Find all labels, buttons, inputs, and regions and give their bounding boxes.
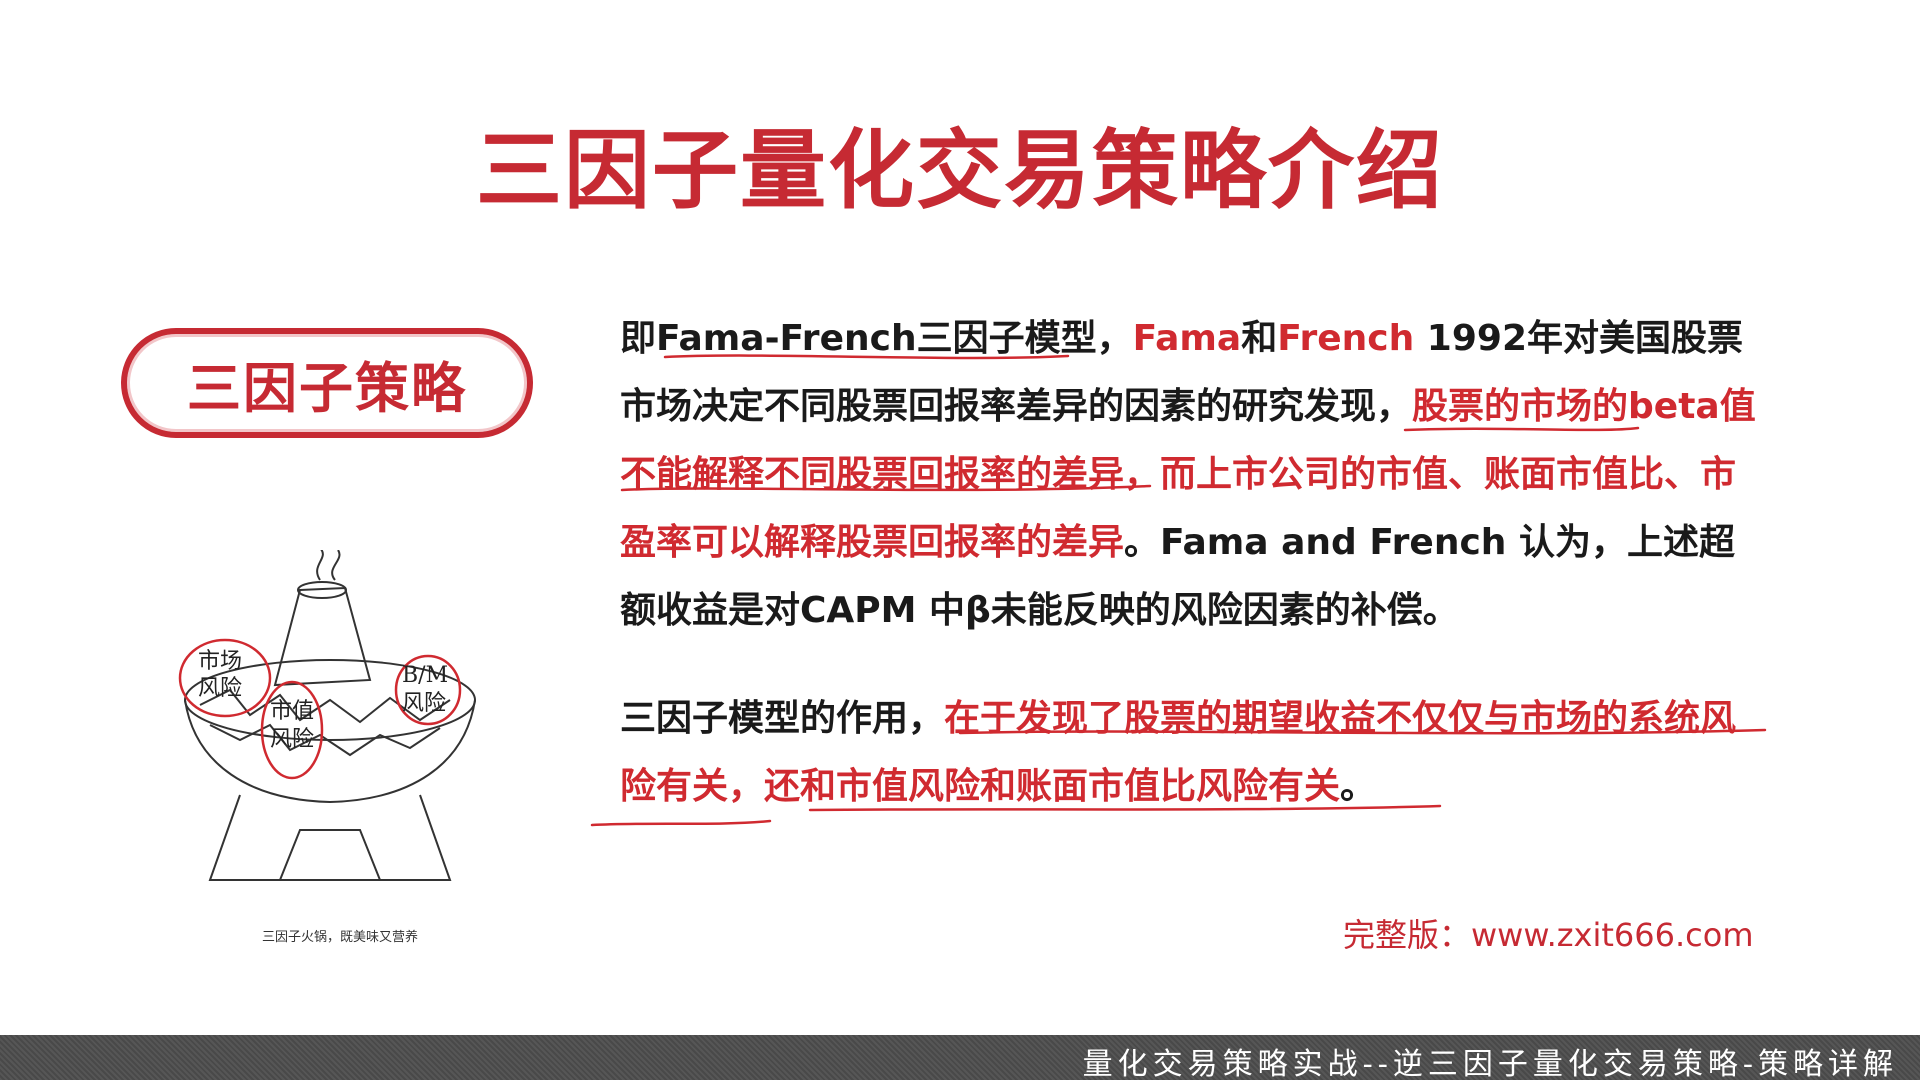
label-size-2: 风险 (270, 727, 314, 752)
paragraph-model-role: 三因子模型的作用，在于发现了股票的期望收益不仅仅与市场的系统风险有关，还和市值风… (620, 685, 1770, 821)
label-market-1: 市场 (198, 649, 242, 674)
paragraph1-segment: 和 (1241, 318, 1278, 359)
footer-link[interactable]: 完整版：www.zxit666.com (1343, 910, 1754, 956)
label-bm-2: 风险 (402, 691, 446, 716)
paragraph2-segment: 。 (1340, 766, 1377, 807)
paragraph1-segment: French (1277, 318, 1415, 359)
label-market-2: 风险 (198, 676, 242, 701)
strategy-badge: 三因子策略 (121, 328, 533, 438)
hotpot-illustration: 市场 风险 市值 风险 B/M 风险 (178, 550, 476, 881)
label-size-1: 市值 (270, 699, 314, 724)
bottom-banner: 量化交易策略实战--逆三因子量化交易策略-策略详解 (0, 1035, 1920, 1082)
bottom-banner-text: 量化交易策略实战--逆三因子量化交易策略-策略详解 (1082, 1047, 1898, 1082)
paragraph2-segment: 三因子模型的作用， (620, 698, 945, 739)
illustration-caption: 三因子火锅，既美味又营养 (261, 930, 418, 945)
label-bm-1: B/M (402, 663, 448, 688)
body-text: 即Fama-French三因子模型，Fama和French 1992年对美国股票… (620, 305, 1770, 821)
badge-label: 三因子策略 (187, 356, 467, 420)
paragraph1-segment: 即Fama-French三因子模型， (620, 318, 1133, 359)
paragraph1-segment: Fama (1132, 318, 1242, 359)
paragraph-fama-french: 即Fama-French三因子模型，Fama和French 1992年对美国股票… (620, 305, 1770, 645)
slide-title: 三因子量化交易策略介绍 (476, 121, 1444, 221)
